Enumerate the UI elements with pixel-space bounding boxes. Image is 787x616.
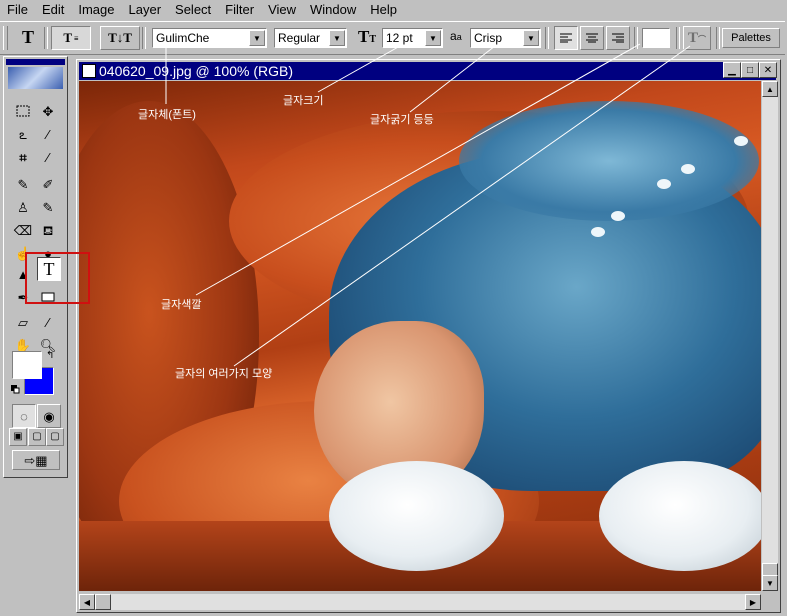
jump-to-imageready-icon[interactable]: ⇨▦	[12, 450, 60, 470]
marquee-icon[interactable]	[12, 100, 34, 122]
dress-button	[734, 136, 748, 146]
eraser-icon[interactable]: ⌫	[12, 219, 34, 241]
scroll-thumb-horizontal[interactable]	[95, 594, 111, 610]
toolbox-titlebar[interactable]	[6, 59, 65, 65]
chevron-down-icon: ▼	[329, 30, 345, 46]
font-style-value: Regular	[278, 31, 321, 45]
antialias-icon: aa	[450, 29, 462, 43]
type-tool-preset-icon[interactable]: T	[14, 26, 42, 48]
options-bar: T T ≡ T↓T GulimChe ▼ Regular ▼ TT 12 pt ▼…	[0, 21, 785, 55]
dress-button	[681, 164, 695, 174]
text-color-swatch[interactable]	[642, 28, 670, 48]
menu-help[interactable]: Help	[363, 0, 404, 20]
healing-brush-icon[interactable]: ✎	[12, 173, 34, 195]
default-colors-icon[interactable]	[11, 382, 20, 394]
chevron-down-icon: ▼	[523, 30, 539, 46]
warp-annotation: 글자의 여러가지 모양	[175, 368, 273, 380]
align-left-icon	[560, 33, 572, 43]
quick-mask-icon[interactable]: ◉	[37, 404, 61, 428]
paint-bucket-icon[interactable]: ⛾	[37, 219, 59, 241]
scroll-up-icon[interactable]: ▲	[762, 81, 778, 97]
horizontal-scrollbar[interactable]: ◀ ▶	[79, 594, 761, 610]
scroll-right-icon[interactable]: ▶	[745, 594, 761, 610]
crop-icon[interactable]: ⌗	[12, 146, 34, 168]
dress-button	[657, 179, 671, 189]
dress-top	[459, 101, 759, 221]
minimize-icon: ▁	[728, 64, 736, 76]
brush-icon[interactable]: ✐	[37, 173, 59, 195]
antialias-select[interactable]: Crisp ▼	[470, 28, 541, 48]
adobe-logo[interactable]	[8, 67, 63, 89]
palettes-button[interactable]: Palettes	[722, 28, 780, 48]
minimize-button[interactable]: ▁	[723, 62, 741, 78]
menu-image[interactable]: Image	[71, 0, 121, 20]
menu-file[interactable]: File	[0, 0, 35, 20]
menu-edit[interactable]: Edit	[35, 0, 71, 20]
color-annotation: 글자색깔	[161, 299, 202, 311]
antialias-value: Crisp	[474, 31, 503, 45]
scroll-left-icon[interactable]: ◀	[79, 594, 95, 610]
resize-grip[interactable]	[762, 594, 778, 610]
font-style-select[interactable]: Regular ▼	[274, 28, 347, 48]
menu-layer[interactable]: Layer	[122, 0, 169, 20]
align-center-button[interactable]	[580, 26, 604, 50]
slice-icon[interactable]: ⁄	[37, 146, 59, 168]
magic-wand-icon[interactable]: ⁄	[37, 123, 59, 145]
horizontal-text-icon[interactable]: T ≡	[51, 26, 91, 50]
eyedropper-icon[interactable]: ⁄	[37, 311, 59, 333]
weight-annotation: 글자굵기 등등	[370, 114, 434, 126]
maximize-button[interactable]: □	[741, 62, 759, 78]
lasso-icon[interactable]: ఽ	[12, 123, 34, 145]
foreground-color-swatch[interactable]	[12, 351, 42, 379]
full-screen-menu-icon[interactable]: ▢	[28, 428, 46, 446]
document-title: 040620_09.jpg @ 100% (RGB)	[99, 63, 293, 79]
history-brush-icon[interactable]: ✎	[37, 196, 59, 218]
document-icon	[82, 64, 96, 78]
type-tool-highlight-box	[25, 252, 90, 304]
move-icon[interactable]: ✥	[37, 100, 59, 122]
font-size-icon: TT	[358, 27, 377, 46]
menu-select[interactable]: Select	[168, 0, 218, 20]
document-titlebar[interactable]: 040620_09.jpg @ 100% (RGB)	[79, 62, 776, 80]
align-right-button[interactable]	[606, 26, 630, 50]
antialias-icon-letter-2: a	[456, 32, 462, 42]
image-canvas[interactable]	[79, 81, 761, 591]
font-size-value: 12 pt	[386, 31, 413, 45]
close-button[interactable]: ✕	[759, 62, 777, 78]
vertical-scrollbar[interactable]: ▲ ▼	[762, 81, 778, 591]
font-family-value: GulimChe	[156, 31, 210, 45]
standard-screen-icon[interactable]: ▣	[9, 428, 27, 446]
size-annotation: 글자크기	[283, 95, 324, 107]
menu-bar: File Edit Image Layer Select Filter View…	[0, 0, 787, 20]
scroll-down-icon[interactable]: ▼	[762, 575, 778, 591]
chevron-down-icon: ▼	[249, 30, 265, 46]
notes-icon[interactable]: ▱	[12, 311, 34, 333]
font-size-select[interactable]: 12 pt ▼	[382, 28, 443, 48]
align-right-icon	[612, 33, 624, 43]
warp-text-icon: T⌒	[687, 29, 706, 46]
chevron-down-icon: ▼	[425, 30, 441, 46]
document-window: 040620_09.jpg @ 100% (RGB) ▁ □ ✕ ▲ ▼ ◀ ▶	[76, 59, 781, 613]
vertical-text-icon[interactable]: T↓T	[100, 26, 140, 50]
grip-handle[interactable]	[3, 26, 8, 50]
right-sock	[599, 461, 761, 571]
menu-filter[interactable]: Filter	[218, 0, 261, 20]
close-icon: ✕	[763, 64, 773, 76]
font-annotation: 글자체(폰트)	[138, 109, 196, 121]
antialias-icon-letter-1: a	[450, 29, 457, 43]
menu-view[interactable]: View	[261, 0, 303, 20]
maximize-icon: □	[746, 64, 754, 76]
full-screen-icon[interactable]: ▢	[46, 428, 64, 446]
stamp-icon[interactable]: ♙	[12, 196, 34, 218]
dress-button	[611, 211, 625, 221]
font-family-select[interactable]: GulimChe ▼	[152, 28, 267, 48]
align-left-button[interactable]	[554, 26, 578, 50]
align-center-icon	[586, 33, 598, 43]
warp-text-button[interactable]: T⌒	[683, 26, 711, 50]
dress-button	[591, 227, 605, 237]
left-sock	[329, 461, 504, 571]
menu-window[interactable]: Window	[303, 0, 363, 20]
swap-colors-icon[interactable]: ↰	[46, 350, 54, 361]
standard-mode-icon[interactable]: ◌	[12, 404, 36, 428]
